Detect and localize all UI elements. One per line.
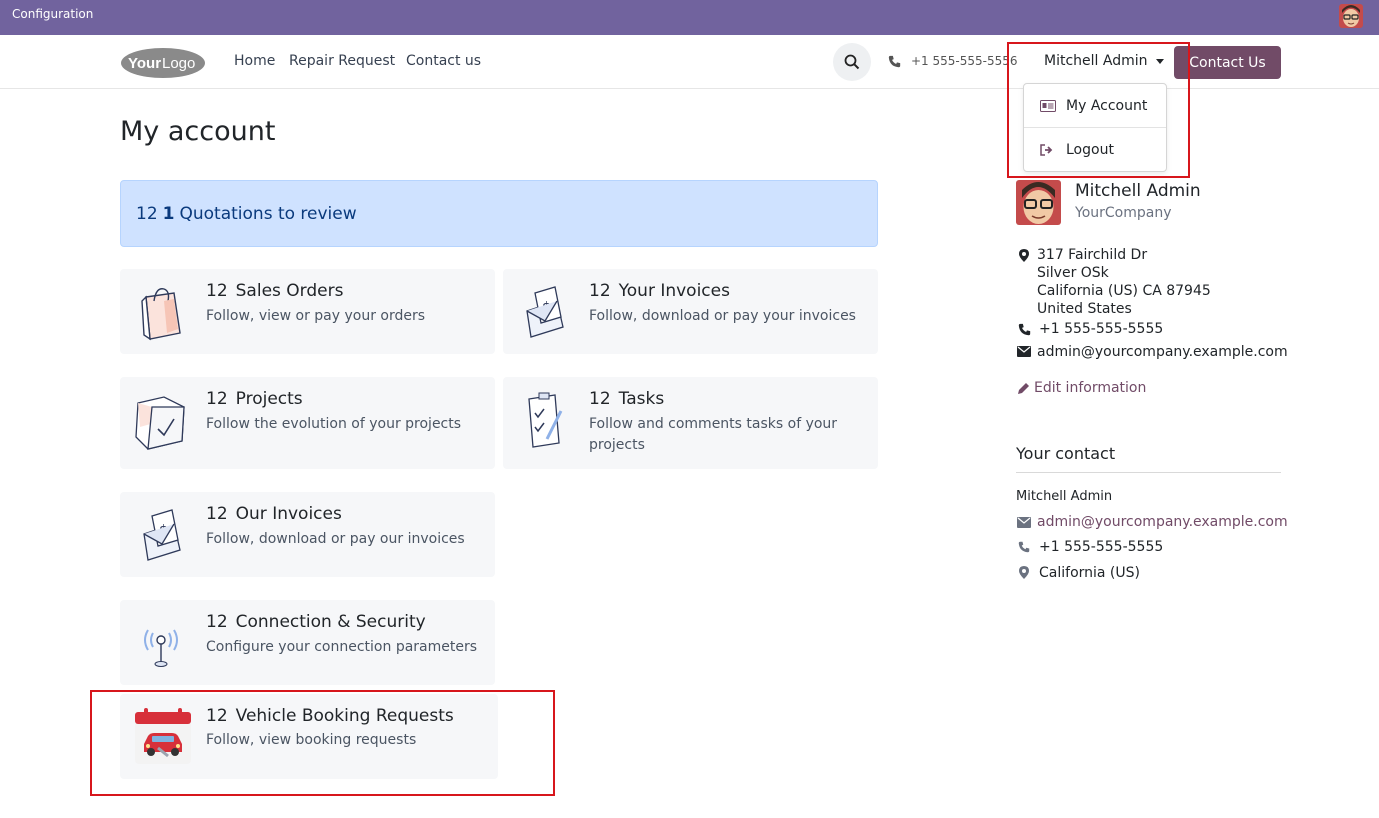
shopping-bag-icon <box>134 283 188 341</box>
card-projects[interactable]: 12 Projects Follow the evolution of your … <box>120 377 495 469</box>
card-title: Sales Orders <box>235 281 344 301</box>
pencil-icon <box>1018 382 1029 394</box>
highlight-box-vehicle-booking <box>90 690 555 796</box>
card-count: 12 <box>206 281 228 301</box>
nav-repair-request[interactable]: Repair Request <box>289 53 395 69</box>
highlight-box-user-menu <box>1007 42 1190 178</box>
invoice-envelope-icon: $ <box>517 283 571 338</box>
phone-icon <box>1017 541 1031 553</box>
page-title: My account <box>120 116 276 147</box>
search-button[interactable] <box>833 43 871 81</box>
clipboard-tasks-icon <box>517 391 571 448</box>
card-description: Follow, download or pay your invoices <box>589 308 856 324</box>
card-description: Follow, view or pay your orders <box>206 308 426 324</box>
alert-text: Quotations to review <box>179 203 357 224</box>
card-count: 12 <box>589 389 611 409</box>
card-title: Tasks <box>618 389 665 409</box>
configuration-label[interactable]: Configuration <box>12 7 93 21</box>
invoice-envelope-icon: $ <box>134 506 188 561</box>
card-description: Follow, download or pay our invoices <box>206 531 465 547</box>
edit-information-link[interactable]: Edit information <box>1017 380 1146 396</box>
contact-email-link[interactable]: admin@yourcompany.example.com <box>1037 514 1288 530</box>
card-count: 12 <box>589 281 611 301</box>
divider <box>1016 472 1281 473</box>
contact-name: Mitchell Admin <box>1016 489 1113 504</box>
map-marker-icon <box>1017 566 1031 579</box>
address-line-3: California (US) CA 87945 <box>1037 283 1211 299</box>
search-icon <box>844 54 860 70</box>
card-count: 12 <box>206 504 228 524</box>
antenna-icon <box>134 614 188 668</box>
profile-phone: +1 555-555-5555 <box>1039 321 1164 337</box>
nav-contact-us[interactable]: Contact us <box>406 53 481 69</box>
card-title: Connection & Security <box>235 612 426 632</box>
card-title: Projects <box>235 389 303 409</box>
card-description: Follow and comments tasks of your projec… <box>589 416 838 453</box>
envelope-icon <box>1017 517 1031 528</box>
contact-phone: +1 555-555-5555 <box>1039 539 1164 555</box>
card-title: Your Invoices <box>618 281 730 301</box>
card-sales-orders[interactable]: 12 Sales Orders Follow, view or pay your … <box>120 269 495 354</box>
profile-email: admin@yourcompany.example.com <box>1037 344 1288 360</box>
top-bar: Configuration <box>0 0 1379 35</box>
phone-icon <box>888 55 901 67</box>
nav-home[interactable]: Home <box>234 53 275 69</box>
phone-icon <box>1017 323 1031 336</box>
logo-icon[interactable]: Your Logo <box>120 45 206 79</box>
svg-text:Your: Your <box>128 55 161 72</box>
address-line-4: United States <box>1037 301 1132 317</box>
profile-name: Mitchell Admin <box>1075 181 1201 201</box>
profile-avatar <box>1016 180 1061 225</box>
card-tasks[interactable]: 12 Tasks Follow and comments tasks of you… <box>503 377 878 469</box>
card-your-invoices[interactable]: $ 12 Your Invoices Follow, download or pa… <box>503 269 878 354</box>
user-avatar-icon[interactable] <box>1339 4 1363 28</box>
alert-bold-count: 1 <box>162 203 175 224</box>
edit-information-label: Edit information <box>1034 380 1147 396</box>
card-description: Configure your connection parameters <box>206 639 478 655</box>
card-description: Follow the evolution of your projects <box>206 416 462 432</box>
header-phone-number: +1 555-555-5556 <box>911 54 1018 68</box>
address-line-1: 317 Fairchild Dr <box>1037 247 1148 263</box>
envelope-icon <box>1017 346 1031 357</box>
alert-count: 12 <box>136 203 158 224</box>
map-marker-icon <box>1017 249 1031 262</box>
contact-us-button[interactable]: Contact Us <box>1174 46 1281 79</box>
quotations-alert[interactable]: 12 1 Quotations to review <box>120 180 878 247</box>
your-contact-heading: Your contact <box>1016 444 1116 463</box>
contact-location: California (US) <box>1039 565 1140 581</box>
card-our-invoices[interactable]: $ 12 Our Invoices Follow, download or pay… <box>120 492 495 577</box>
profile-company: YourCompany <box>1075 205 1172 221</box>
header-phone[interactable]: +1 555-555-5556 <box>888 54 1018 68</box>
address-line-2: Silver OSk <box>1037 265 1109 281</box>
card-title: Our Invoices <box>235 504 342 524</box>
folder-check-icon <box>134 393 188 450</box>
card-count: 12 <box>206 612 228 632</box>
svg-text:Logo: Logo <box>162 55 195 72</box>
card-connection-security[interactable]: 12 Connection & Security Configure your c… <box>120 600 495 685</box>
card-count: 12 <box>206 389 228 409</box>
